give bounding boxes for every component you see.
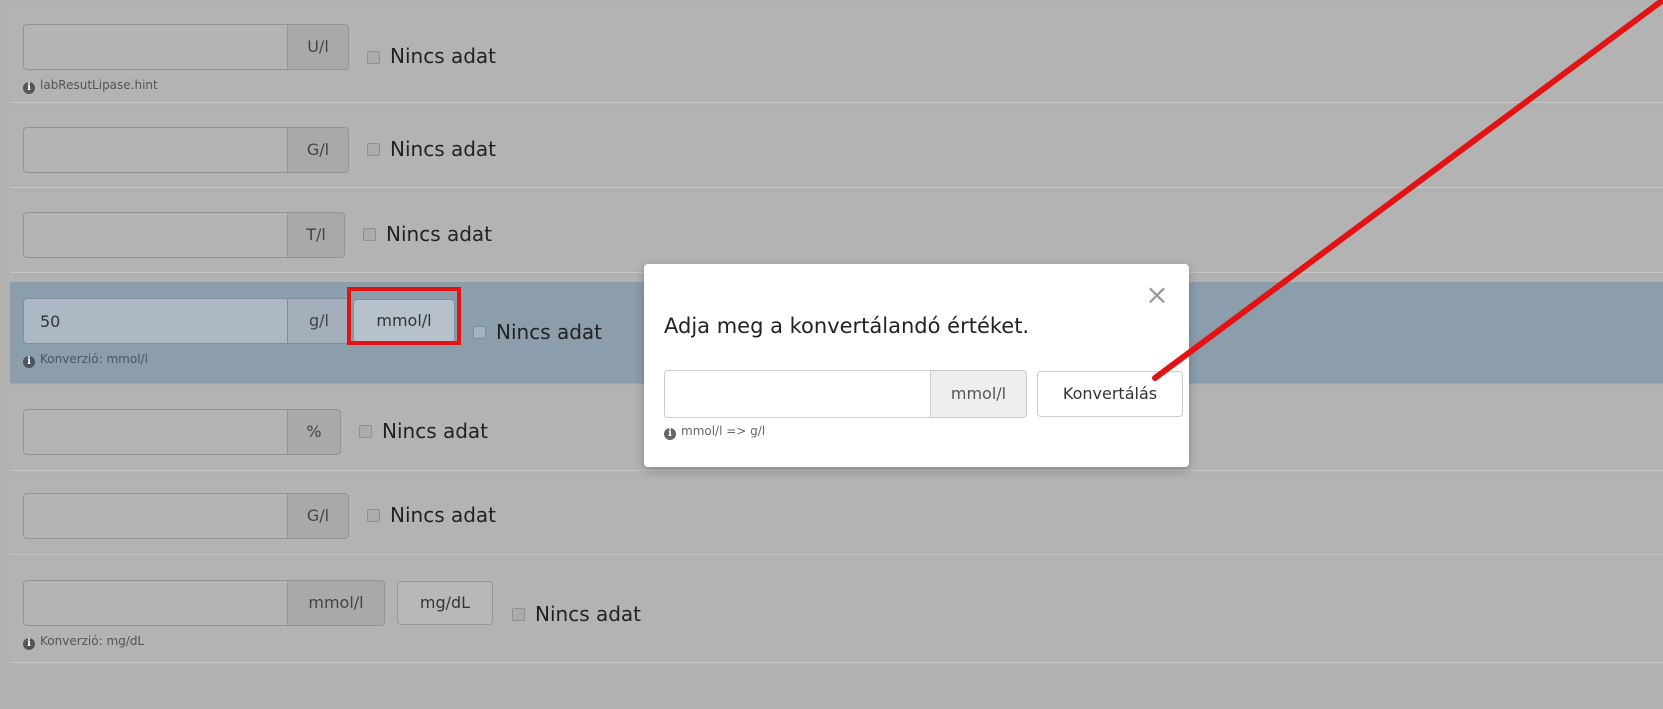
lipase-unit-label: U/l [287,24,349,70]
row3-value-input[interactable] [23,212,287,258]
lab-row-7: mmol/l mg/dL Nincs adat i Konverzió: mg/d… [10,562,1663,663]
annotation-highlight-box [347,287,461,345]
lipase-no-data-label: Nincs adat [390,44,497,68]
row7-hint: i Konverzió: mg/dL [23,634,144,650]
convert-modal: × Adja meg a konvertálandó értéket. mmol… [644,264,1189,467]
row5-no-data-label: Nincs adat [382,419,489,443]
row6-no-data-label: Nincs adat [390,503,497,527]
row5-value-input[interactable] [23,409,287,455]
lipase-no-data-checkbox[interactable] [367,51,380,64]
row4-no-data-checkbox[interactable] [473,326,486,339]
modal-value-input[interactable] [664,370,931,418]
row4-no-data-label: Nincs adat [496,320,603,344]
info-icon: i [23,82,35,94]
row5-no-data-checkbox[interactable] [359,425,372,438]
row2-no-data-checkbox[interactable] [367,143,380,156]
modal-unit-label: mmol/l [930,370,1027,418]
modal-title: Adja meg a konvertálandó értéket. [664,314,1030,338]
info-icon: i [23,638,35,650]
row2-no-data-label: Nincs adat [390,137,497,161]
row6-no-data-checkbox[interactable] [367,509,380,522]
row3-no-data-label: Nincs adat [386,222,493,246]
row6-unit-label: G/l [287,493,349,539]
lab-row-3: T/l Nincs adat [10,195,1663,273]
lab-row-lipase: U/l Nincs adat i labResutLipase.hint [10,8,1663,103]
row2-value-input[interactable] [23,127,287,173]
convert-button[interactable]: Konvertálás [1037,371,1183,417]
lipase-value-input[interactable] [23,24,287,70]
info-icon: i [23,356,35,368]
modal-hint: i mmol/l => g/l [664,424,765,440]
row6-value-input[interactable] [23,493,287,539]
close-icon[interactable]: × [1144,280,1170,310]
row4-unit-label: g/l [287,298,351,344]
row5-unit-label: % [287,409,341,455]
row7-value-input[interactable] [23,580,287,626]
row7-unit-label: mmol/l [287,580,385,626]
lab-row-6: G/l Nincs adat [10,478,1663,555]
info-icon: i [664,428,676,440]
lab-row-2: G/l Nincs adat [10,110,1663,188]
row2-unit-label: G/l [287,127,349,173]
row3-unit-label: T/l [287,212,345,258]
lipase-hint: i labResutLipase.hint [23,78,158,94]
row4-hint: i Konverzió: mmol/l [23,352,148,368]
row7-no-data-checkbox[interactable] [512,608,525,621]
row7-no-data-label: Nincs adat [535,602,642,626]
row4-value-input[interactable]: 50 [23,298,287,344]
convert-mgdl-button[interactable]: mg/dL [397,581,493,625]
row3-no-data-checkbox[interactable] [363,228,376,241]
